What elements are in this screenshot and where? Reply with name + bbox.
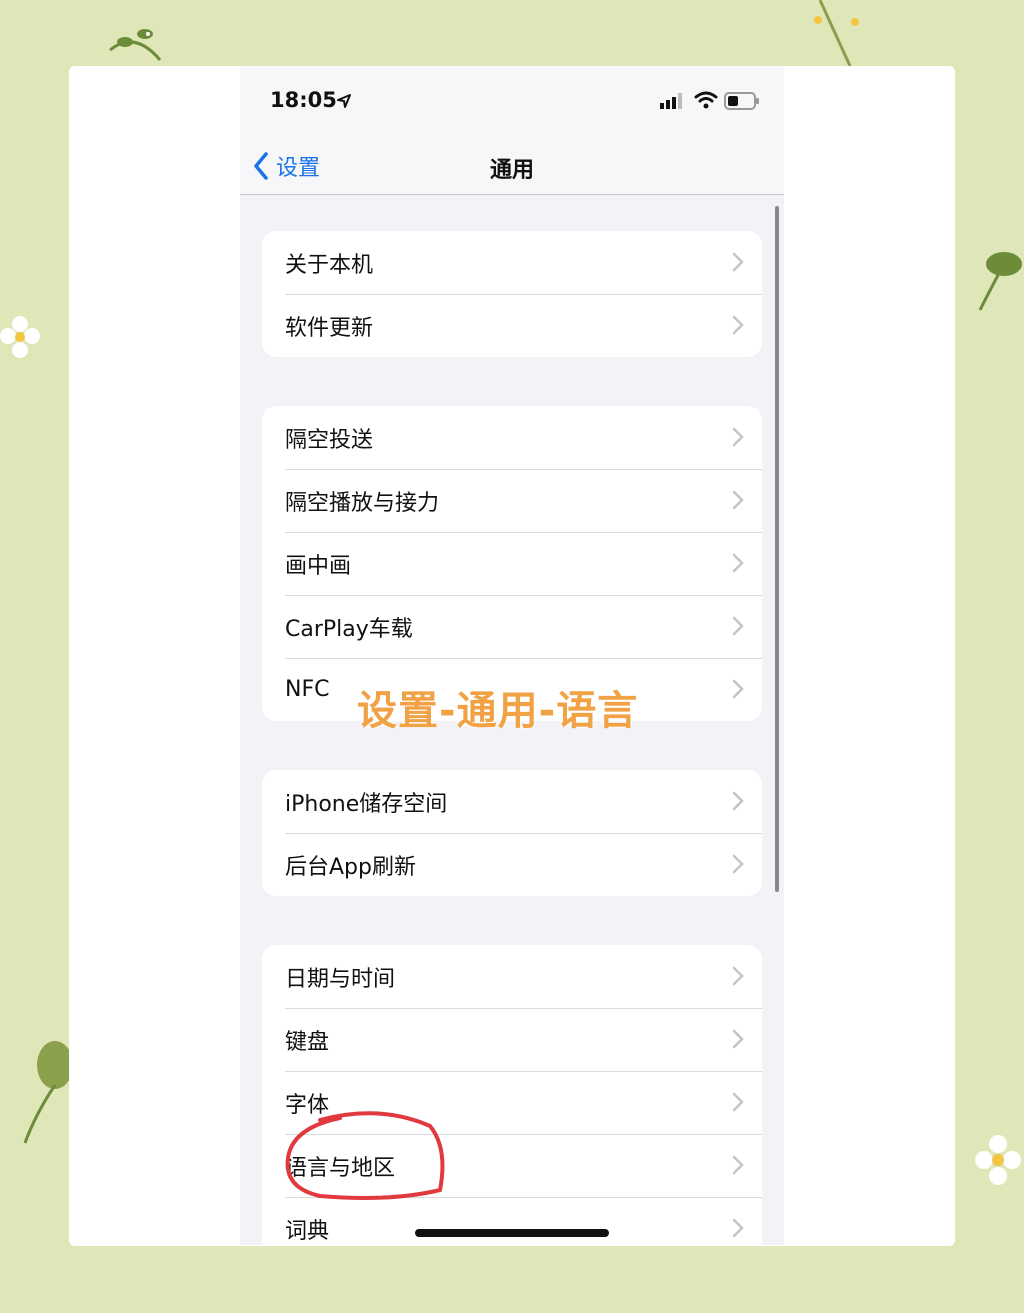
leaf-decoration <box>978 252 1022 311</box>
list-item-iphone-storage[interactable]: iPhone储存空间 <box>262 770 762 833</box>
list-item-airplay-handoff[interactable]: 隔空播放与接力 <box>262 469 762 532</box>
navigation-bar: 设置 通用 <box>240 138 784 195</box>
chevron-right-icon <box>732 553 744 573</box>
list-item-label: NFC <box>285 677 330 702</box>
scrollbar[interactable] <box>775 206 779 892</box>
chevron-right-icon <box>732 791 744 811</box>
list-item-software-update[interactable]: 软件更新 <box>262 294 762 357</box>
leaf-sprig-decoration <box>109 29 162 61</box>
list-item-dictionary[interactable]: 词典 <box>262 1197 762 1245</box>
settings-group-about: 关于本机 软件更新 <box>262 231 762 357</box>
location-arrow-icon <box>337 94 351 108</box>
chevron-right-icon <box>732 1029 744 1049</box>
chevron-right-icon <box>732 854 744 874</box>
list-item-label: 隔空投送 <box>285 427 374 453</box>
phone-screen: 18:05 设置 通用 关于本机 软件更新 隔空投送 隔空播放与接力 画中画 C… <box>240 66 784 1245</box>
branch-decoration <box>814 0 859 66</box>
chevron-right-icon <box>732 1092 744 1112</box>
status-time: 18:05 <box>270 88 337 112</box>
status-bar: 18:05 <box>240 66 784 138</box>
list-item-label: 软件更新 <box>285 315 374 341</box>
chevron-right-icon <box>732 679 744 699</box>
flower-decoration-2 <box>975 1135 1021 1185</box>
home-indicator[interactable] <box>415 1229 609 1237</box>
list-item-about[interactable]: 关于本机 <box>262 231 762 294</box>
chevron-right-icon <box>732 427 744 447</box>
list-item-keyboard[interactable]: 键盘 <box>262 1008 762 1071</box>
chevron-right-icon <box>732 1218 744 1238</box>
page-title: 通用 <box>489 158 534 183</box>
battery-icon <box>724 92 759 110</box>
list-item-picture-in-picture[interactable]: 画中画 <box>262 532 762 595</box>
settings-group-connectivity: 隔空投送 隔空播放与接力 画中画 CarPlay车载 NFC <box>262 406 762 721</box>
flower-decoration <box>0 316 40 358</box>
list-item-background-refresh[interactable]: 后台App刷新 <box>262 833 762 896</box>
chevron-right-icon <box>732 252 744 272</box>
settings-group-storage: iPhone储存空间 后台App刷新 <box>262 770 762 896</box>
list-item-label: CarPlay车载 <box>285 616 413 642</box>
chevron-right-icon <box>732 616 744 636</box>
wifi-icon <box>694 91 718 109</box>
list-item-airdrop[interactable]: 隔空投送 <box>262 406 762 469</box>
list-item-label: 日期与时间 <box>285 966 396 992</box>
list-item-label: 隔空播放与接力 <box>285 490 440 516</box>
list-item-label: 键盘 <box>285 1029 330 1055</box>
cellular-signal-icon <box>660 93 682 109</box>
list-item-label: 画中画 <box>285 553 352 579</box>
highlight-circle-annotation <box>285 1111 445 1200</box>
list-item-date-time[interactable]: 日期与时间 <box>262 945 762 1008</box>
list-item-label: 关于本机 <box>285 252 374 278</box>
list-item-label: 后台App刷新 <box>285 854 416 880</box>
chevron-right-icon <box>732 490 744 510</box>
annotation-caption: 设置-通用-语言 <box>357 688 639 734</box>
bud-decoration <box>23 1041 70 1144</box>
list-item-carplay[interactable]: CarPlay车载 <box>262 595 762 658</box>
chevron-right-icon <box>732 315 744 335</box>
list-item-label: 词典 <box>285 1218 330 1244</box>
list-item-label: iPhone储存空间 <box>285 791 448 817</box>
chevron-right-icon <box>732 1155 744 1175</box>
chevron-right-icon <box>732 966 744 986</box>
